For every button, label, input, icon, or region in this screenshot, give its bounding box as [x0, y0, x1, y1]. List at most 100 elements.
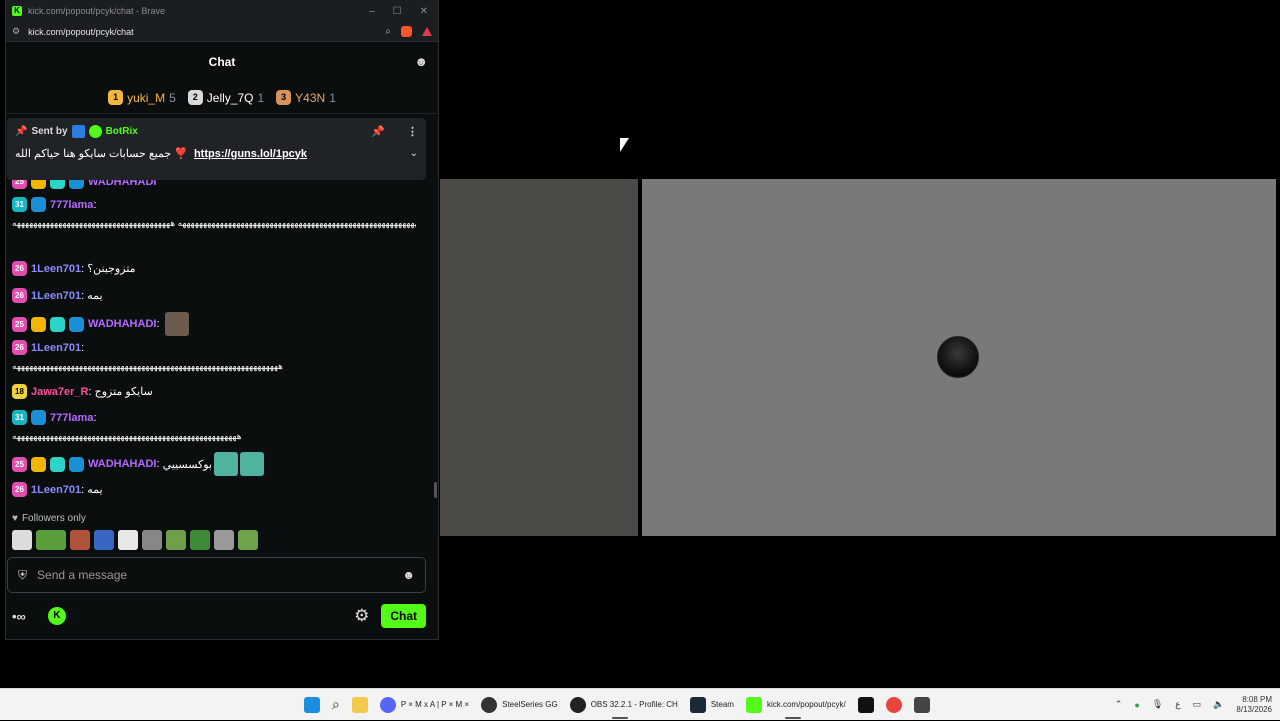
- close-button[interactable]: ✕: [420, 6, 428, 17]
- rank-badge: 1: [108, 90, 124, 105]
- zoom-icon[interactable]: ⌕: [385, 26, 391, 37]
- search-icon[interactable]: ⌕: [332, 696, 340, 713]
- taskbar-chrome[interactable]: [880, 689, 908, 721]
- message-text: هههههههههههههههههههههههههههههههههههههههه…: [12, 431, 242, 441]
- taskbar-app[interactable]: [852, 689, 880, 721]
- keyboard-icon[interactable]: [913, 696, 930, 713]
- emote-image[interactable]: [12, 530, 32, 550]
- username[interactable]: Jawa7er_R: [31, 386, 89, 398]
- steam-icon[interactable]: [689, 696, 706, 713]
- site-settings-icon[interactable]: ⚙: [12, 26, 20, 37]
- chat-message: 25 WADHAHADI: بوكسسييي: [12, 452, 416, 476]
- desktop: K kick.com/popout/pcyk/chat - Brave – ☐ …: [0, 0, 1280, 688]
- kicks-coin-icon[interactable]: K: [47, 607, 66, 625]
- settings-gear-icon[interactable]: ⚙: [354, 606, 369, 626]
- leaderboard-entry[interactable]: 1 yuki_M 5: [108, 90, 176, 105]
- taskbar-keyboard[interactable]: [908, 689, 936, 721]
- network-icon[interactable]: ●: [1134, 700, 1139, 710]
- taskbar-steam[interactable]: Steam: [684, 689, 740, 721]
- emote-image[interactable]: [190, 530, 210, 550]
- emote-image[interactable]: [142, 530, 162, 550]
- verified-badge-icon: [88, 125, 102, 138]
- shield-icon: ⛨: [18, 567, 28, 582]
- message-input[interactable]: [37, 568, 403, 582]
- obs-icon[interactable]: [569, 696, 586, 713]
- chrome-icon[interactable]: [885, 696, 902, 713]
- app-icon[interactable]: [857, 696, 874, 713]
- subscriber-badge: 31: [12, 410, 27, 425]
- taskbar-start[interactable]: [298, 689, 326, 721]
- taskbar-steelseries[interactable]: SteelSeries GG: [475, 689, 564, 721]
- leaderboard-entry[interactable]: 3 Y43N 1: [276, 90, 336, 105]
- display-icon[interactable]: ▭: [1193, 699, 1202, 710]
- steelseries-icon[interactable]: [481, 696, 498, 713]
- kick-icon[interactable]: [745, 696, 762, 713]
- taskbar-explorer[interactable]: [346, 689, 374, 721]
- discord-icon[interactable]: [379, 696, 396, 713]
- sent-by-label: Sent by: [31, 126, 68, 137]
- emote-image[interactable]: [238, 530, 258, 550]
- system-tray: ⌃ ● 🎙 ع ▭ 🔈 8:08 PM 8/13/2026: [1115, 695, 1280, 715]
- minimize-button[interactable]: –: [369, 6, 375, 17]
- pinned-link[interactable]: https://guns.lol/1pcyk: [194, 148, 307, 160]
- chat-scrollbar[interactable]: [434, 482, 437, 498]
- subscriber-badge: 25: [12, 456, 27, 472]
- volume-icon[interactable]: 🔈: [1213, 699, 1224, 710]
- pinned-sender[interactable]: BotRix: [106, 126, 138, 137]
- message-text: هههههههههههههههههههههههههههههههههههههههه…: [12, 361, 283, 371]
- clock[interactable]: 8:08 PM 8/13/2026: [1236, 695, 1272, 715]
- chat-message: 18 Jawa7er_R: سايكو متزوج: [12, 384, 416, 399]
- username[interactable]: WADHAHADI: [88, 458, 156, 470]
- file-explorer-icon[interactable]: [351, 696, 368, 713]
- user-list-icon[interactable]: ☻: [414, 54, 428, 69]
- leaderboard-name: yuki_M: [127, 90, 166, 105]
- brave-shields-icon[interactable]: [401, 26, 412, 37]
- emote-image[interactable]: [70, 530, 90, 550]
- taskbar-discord[interactable]: P × M x A | P × M ×: [374, 689, 475, 721]
- username[interactable]: WADHAHADI: [88, 318, 156, 330]
- emoji-picker-icon[interactable]: ☻: [402, 568, 415, 582]
- address-bar[interactable]: ⚙ kick.com/popout/pcyk/chat ⌕: [6, 22, 438, 42]
- subscriber-badge: 26: [12, 340, 27, 355]
- window-title: kick.com/popout/pcyk/chat - Brave: [28, 6, 166, 16]
- taskbar-obs[interactable]: OBS 32.2.1 - Profile: CH: [564, 689, 684, 721]
- username[interactable]: 1Leen701: [31, 342, 81, 354]
- leaderboard-name: Jelly_7Q: [206, 90, 254, 105]
- username[interactable]: 1Leen701: [31, 290, 81, 302]
- taskbar-label: Steam: [710, 700, 734, 709]
- emote-image: [164, 312, 189, 336]
- maximize-button[interactable]: ☐: [393, 6, 402, 17]
- emote-image[interactable]: [214, 530, 234, 550]
- emote-image: [240, 452, 264, 476]
- chat-title: Chat: [208, 55, 236, 69]
- emote-image[interactable]: [36, 530, 66, 550]
- chevron-up-icon[interactable]: ⌃: [1115, 699, 1123, 710]
- username[interactable]: 1Leen701: [31, 263, 81, 275]
- brave-rewards-icon[interactable]: [422, 27, 432, 36]
- username[interactable]: 1Leen701: [31, 484, 81, 496]
- chat-message: 25 WADHAHADI:: [12, 312, 416, 336]
- url-text[interactable]: kick.com/popout/pcyk/chat: [28, 27, 134, 37]
- emote-image[interactable]: [118, 530, 138, 550]
- emote-image[interactable]: [166, 530, 186, 550]
- pinned-text: جميع حسابات سايكو هنا حياكم الله ❣️: [15, 148, 188, 160]
- infinity-points-icon[interactable]: •∞: [12, 609, 26, 624]
- gift-leaderboard: 1 yuki_M 5 2 Jelly_7Q 1 3 Y43N 1: [6, 82, 438, 114]
- moderator-badge-icon: [69, 316, 84, 332]
- taskbar-kick[interactable]: kick.com/popout/pcyk/: [740, 689, 852, 721]
- og-badge-icon: [50, 456, 65, 472]
- username[interactable]: 777lama: [50, 412, 93, 424]
- windows-start-icon[interactable]: [304, 696, 320, 713]
- more-options-icon[interactable]: ⋮: [407, 125, 418, 138]
- chevron-down-icon[interactable]: ⌄: [410, 148, 418, 159]
- unpin-icon[interactable]: 📌: [371, 125, 385, 138]
- microphone-icon[interactable]: 🎙: [1152, 699, 1163, 710]
- subscriber-badge: 26: [12, 288, 27, 303]
- taskbar-search[interactable]: ⌕: [326, 689, 346, 721]
- send-chat-button[interactable]: Chat: [381, 604, 426, 628]
- language-indicator[interactable]: ع: [1175, 699, 1180, 710]
- emote-image[interactable]: [94, 530, 114, 550]
- leaderboard-entry[interactable]: 2 Jelly_7Q 1: [187, 90, 264, 105]
- moderator-badge-icon: [71, 125, 85, 138]
- username[interactable]: 777lama: [50, 199, 93, 211]
